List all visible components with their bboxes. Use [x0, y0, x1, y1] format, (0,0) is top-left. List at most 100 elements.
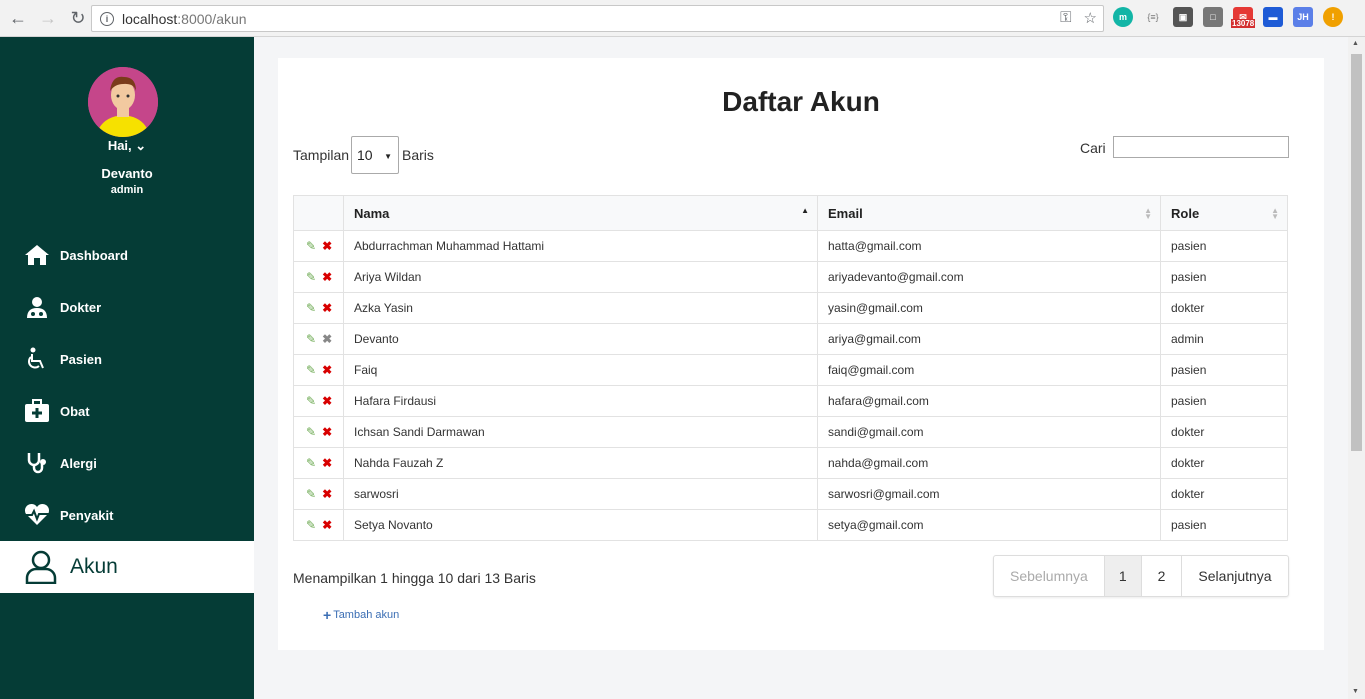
delete-icon[interactable]: ✖ — [322, 394, 332, 408]
column-header-email[interactable]: Email ▲ ▼ — [817, 195, 1161, 231]
cell-nama: Nahda Fauzah Z — [343, 447, 818, 479]
cell-email: yasin@gmail.com — [817, 292, 1161, 324]
table-row: ✎ ✖ Azka Yasin yasin@gmail.com dokter — [293, 292, 1288, 324]
column-header-role[interactable]: Role ▲ ▼ — [1160, 195, 1288, 231]
address-bar[interactable]: i localhost:8000/akun ⚿ ☆ — [91, 5, 1104, 32]
extension-photo-icon[interactable]: ▣ — [1173, 7, 1193, 27]
key-icon[interactable]: ⚿ — [1060, 9, 1071, 27]
edit-icon[interactable]: ✎ — [306, 239, 316, 253]
sidebar-item-dashboard[interactable]: Dashboard — [0, 229, 254, 281]
cell-email: faiq@gmail.com — [817, 354, 1161, 386]
extension-m-icon[interactable]: m — [1113, 7, 1133, 27]
edit-icon[interactable]: ✎ — [306, 270, 316, 284]
cell-role: dokter — [1160, 292, 1288, 324]
search-label: Cari — [1080, 140, 1106, 156]
sidebar-item-akun[interactable]: Akun — [0, 541, 254, 593]
length-prefix-label: Tampilan — [293, 147, 350, 163]
sidebar-item-dokter[interactable]: Dokter — [0, 281, 254, 333]
warning-icon[interactable]: ! — [1323, 7, 1343, 27]
cell-email: ariyadevanto@gmail.com — [817, 261, 1161, 293]
delete-icon[interactable]: ✖ — [322, 239, 332, 253]
edit-icon[interactable]: ✎ — [306, 487, 316, 501]
cell-role: pasien — [1160, 230, 1288, 262]
greeting-dropdown[interactable]: Hai, ⌄ — [0, 138, 254, 154]
delete-icon[interactable]: ✖ — [322, 425, 332, 439]
cell-email: hafara@gmail.com — [817, 385, 1161, 417]
sidebar-item-label: Dokter — [60, 299, 102, 315]
next-page-button[interactable]: Selanjutnya — [1182, 556, 1287, 596]
avatar[interactable] — [88, 67, 158, 137]
delete-icon[interactable]: ✖ — [322, 487, 332, 501]
cell-email: sarwosri@gmail.com — [817, 478, 1161, 510]
delete-icon[interactable]: ✖ — [322, 518, 332, 532]
page-button-2[interactable]: 2 — [1142, 556, 1183, 596]
table-info: Menampilkan 1 hingga 10 dari 13 Baris — [293, 570, 536, 586]
sort-asc-icon: ▲ — [801, 206, 809, 215]
cell-email: setya@gmail.com — [817, 509, 1161, 541]
row-actions: ✎ ✖ — [293, 292, 344, 324]
sidebar-item-obat[interactable]: Obat — [0, 385, 254, 437]
table-row: ✎ ✖ Nahda Fauzah Znahda@gmail.com dokter — [293, 447, 1288, 479]
cell-role: dokter — [1160, 447, 1288, 479]
table-row: ✎ ✖ Setya Novanto setya@gmail.com pasien — [293, 509, 1288, 541]
url-text[interactable]: localhost:8000/akun — [122, 11, 247, 27]
user-name: Devanto — [101, 166, 153, 181]
sidebar-item-label: Akun — [70, 555, 118, 578]
sidebar-item-penyakit[interactable]: Penyakit — [0, 489, 254, 541]
cell-email: nahda@gmail.com — [817, 447, 1161, 479]
delete-icon[interactable]: ✖ — [322, 270, 332, 284]
gmail-icon[interactable]: ✉ 13078 — [1231, 7, 1256, 28]
scrollbar-thumb[interactable] — [1351, 54, 1362, 451]
cell-nama: sarwosri — [343, 478, 818, 510]
table-row: ✎ ✖ Abdurrachman Muhammad Hattami hatta@gma… — [293, 230, 1288, 262]
edit-icon[interactable]: ✎ — [306, 456, 316, 470]
chat-icon[interactable]: □ — [1203, 7, 1223, 27]
edit-icon[interactable]: ✎ — [306, 363, 316, 377]
delete-icon[interactable]: ✖ — [322, 363, 332, 377]
scroll-down-icon[interactable]: ▼ — [1352, 688, 1359, 695]
calendar-icon[interactable]: ▬ — [1263, 7, 1283, 27]
cell-nama: Setya Novanto — [343, 509, 818, 541]
search-input[interactable] — [1113, 136, 1289, 158]
edit-icon[interactable]: ✎ — [306, 301, 316, 315]
reload-icon[interactable]: ↻ — [66, 6, 90, 30]
table-row: ✎ ✖ Hafara Firdausi hafara@gmail.com pasien — [293, 385, 1288, 417]
edit-icon[interactable]: ✎ — [306, 332, 316, 346]
page-button-1[interactable]: 1 — [1104, 556, 1142, 596]
bookmark-star-icon[interactable]: ☆ — [1084, 9, 1097, 27]
info-icon[interactable]: i — [100, 11, 114, 26]
sidebar-item-label: Alergi — [60, 455, 97, 471]
row-actions: ✎ ✖ — [293, 230, 344, 262]
sort-icon: ▲ ▼ — [1144, 206, 1152, 221]
row-actions: ✎ ✖ — [293, 416, 344, 448]
edit-icon[interactable]: ✎ — [306, 394, 316, 408]
column-header-nama[interactable]: Nama ▲ — [343, 195, 818, 231]
scroll-up-icon[interactable]: ▲ — [1352, 40, 1359, 47]
edit-icon[interactable]: ✎ — [306, 518, 316, 532]
row-actions: ✎ ✖ — [293, 261, 344, 293]
sidebar-item-pasien[interactable]: Pasien — [0, 333, 254, 385]
cell-nama: Abdurrachman Muhammad Hattami — [343, 230, 818, 262]
length-suffix-label: Baris — [402, 147, 434, 163]
forward-icon[interactable]: → — [36, 6, 60, 30]
cell-role: pasien — [1160, 509, 1288, 541]
row-actions: ✎ ✖ — [293, 447, 344, 479]
actions-header — [293, 195, 344, 231]
delete-icon[interactable]: ✖ — [322, 332, 332, 346]
table-row: ✎ ✖ Faiq faiq@gmail.com pasien — [293, 354, 1288, 386]
extension-jh-icon[interactable]: JH — [1293, 7, 1313, 27]
sidebar-item-label: Obat — [60, 403, 90, 419]
page-title: Daftar Akun — [722, 86, 880, 117]
sort-icon: ▲ ▼ — [1271, 206, 1279, 221]
prev-page-button[interactable]: Sebelumnya — [994, 556, 1105, 596]
medkit-icon — [24, 398, 50, 424]
rows-per-page-select[interactable]: 10 ▼ — [351, 136, 399, 174]
edit-icon[interactable]: ✎ — [306, 425, 316, 439]
delete-icon[interactable]: ✖ — [322, 301, 332, 315]
delete-icon[interactable]: ✖ — [322, 456, 332, 470]
back-icon[interactable]: ← — [6, 6, 30, 30]
gmail-badge: 13078 — [1231, 19, 1256, 28]
json-viewer-icon[interactable]: {≡} — [1143, 7, 1163, 27]
sidebar-item-alergi[interactable]: Alergi — [0, 437, 254, 489]
add-account-link[interactable]: + Tambah akun — [323, 607, 399, 623]
